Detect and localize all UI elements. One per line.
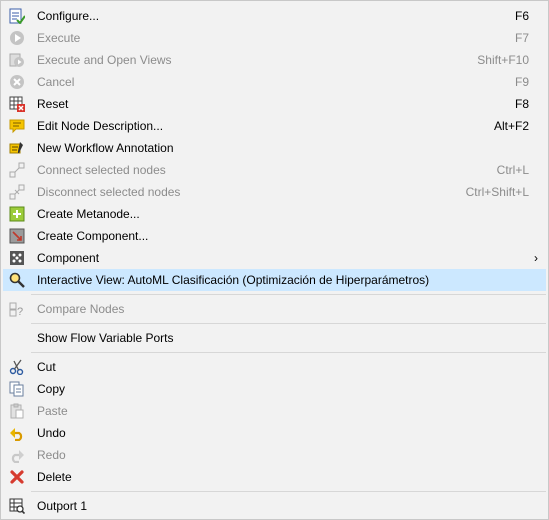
- menu-item-cancel[interactable]: Cancel F9: [3, 71, 546, 93]
- menu-item-shortcut: F8: [514, 97, 529, 111]
- edit-description-icon: [9, 118, 25, 134]
- menu-separator: [31, 323, 546, 324]
- menu-item-label: Redo: [37, 448, 66, 462]
- cut-icon: [9, 359, 25, 375]
- cancel-icon: [9, 74, 25, 90]
- menu-item-execute-open-views[interactable]: Execute and Open Views Shift+F10: [3, 49, 546, 71]
- menu-item-component[interactable]: Component ›: [3, 247, 546, 269]
- interactive-view-icon: [9, 272, 25, 288]
- menu-item-compare-nodes[interactable]: ? Compare Nodes: [3, 298, 546, 320]
- menu-item-shortcut: F7: [514, 31, 529, 45]
- menu-item-label: Interactive View: AutoML Clasificación (…: [37, 273, 430, 287]
- submenu-arrow-icon: ›: [534, 251, 538, 265]
- svg-text:?: ?: [17, 306, 23, 317]
- menu-item-outport-1[interactable]: Outport 1: [3, 495, 546, 517]
- menu-item-disconnect-selected-nodes[interactable]: Disconnect selected nodes Ctrl+Shift+L: [3, 181, 546, 203]
- menu-item-interactive-view[interactable]: Interactive View: AutoML Clasificación (…: [3, 269, 546, 291]
- annotation-icon: [9, 140, 25, 156]
- menu-item-label: Cut: [37, 360, 56, 374]
- menu-separator: [31, 352, 546, 353]
- menu-item-label: Delete: [37, 470, 72, 484]
- menu-item-label: Outport 1: [37, 499, 88, 513]
- metanode-icon: [9, 206, 25, 222]
- outport-icon: [9, 498, 25, 514]
- menu-item-label: Execute and Open Views: [37, 53, 172, 67]
- menu-item-create-metanode[interactable]: Create Metanode...: [3, 203, 546, 225]
- menu-item-label: Connect selected nodes: [37, 163, 166, 177]
- disconnect-nodes-icon: [9, 184, 25, 200]
- redo-icon: [9, 447, 25, 463]
- menu-item-create-component[interactable]: Create Component...: [3, 225, 546, 247]
- menu-item-label: Paste: [37, 404, 68, 418]
- menu-item-new-workflow-annotation[interactable]: New Workflow Annotation: [3, 137, 546, 159]
- menu-item-label: Edit Node Description...: [37, 119, 164, 133]
- context-menu: Configure... F6 Execute F7 Execute and O…: [0, 0, 549, 520]
- menu-item-label: Execute: [37, 31, 81, 45]
- delete-icon: [9, 469, 25, 485]
- menu-item-execute[interactable]: Execute F7: [3, 27, 546, 49]
- menu-item-label: Create Component...: [37, 229, 149, 243]
- copy-icon: [9, 381, 25, 397]
- menu-item-label: Compare Nodes: [37, 302, 125, 316]
- menu-item-shortcut: Shift+F10: [477, 53, 529, 67]
- menu-item-paste[interactable]: Paste: [3, 400, 546, 422]
- menu-item-label: Undo: [37, 426, 66, 440]
- compare-nodes-icon: ?: [9, 301, 25, 317]
- menu-item-label: Copy: [37, 382, 66, 396]
- menu-item-shortcut: F6: [514, 9, 529, 23]
- menu-item-label: Cancel: [37, 75, 75, 89]
- menu-item-label: New Workflow Annotation: [37, 141, 174, 155]
- menu-item-redo[interactable]: Redo: [3, 444, 546, 466]
- menu-item-copy[interactable]: Copy: [3, 378, 546, 400]
- menu-item-label: Reset: [37, 97, 69, 111]
- menu-item-label: Component: [37, 251, 100, 265]
- menu-item-label: Create Metanode...: [37, 207, 140, 221]
- component-icon: [9, 250, 25, 266]
- menu-separator: [31, 491, 546, 492]
- menu-item-label: Disconnect selected nodes: [37, 185, 181, 199]
- undo-icon: [9, 425, 25, 441]
- menu-item-edit-node-description[interactable]: Edit Node Description... Alt+F2: [3, 115, 546, 137]
- menu-item-reset[interactable]: Reset F8: [3, 93, 546, 115]
- component-create-icon: [9, 228, 25, 244]
- menu-item-connect-selected-nodes[interactable]: Connect selected nodes Ctrl+L: [3, 159, 546, 181]
- execute-icon: [9, 30, 25, 46]
- menu-item-show-flow-variable-ports[interactable]: Show Flow Variable Ports: [3, 327, 546, 349]
- connect-nodes-icon: [9, 162, 25, 178]
- menu-item-shortcut: F9: [514, 75, 529, 89]
- menu-item-shortcut: Alt+F2: [493, 119, 529, 133]
- menu-item-shortcut: Ctrl+Shift+L: [465, 185, 529, 199]
- menu-item-undo[interactable]: Undo: [3, 422, 546, 444]
- menu-item-label: Show Flow Variable Ports: [37, 331, 174, 345]
- paste-icon: [9, 403, 25, 419]
- menu-item-label: Configure...: [37, 9, 100, 23]
- configure-icon: [9, 8, 25, 24]
- reset-icon: [9, 96, 25, 112]
- menu-item-configure[interactable]: Configure... F6: [3, 5, 546, 27]
- execute-open-views-icon: [9, 52, 25, 68]
- menu-separator: [31, 294, 546, 295]
- menu-item-cut[interactable]: Cut: [3, 356, 546, 378]
- menu-item-shortcut: Ctrl+L: [496, 163, 529, 177]
- menu-item-delete[interactable]: Delete: [3, 466, 546, 488]
